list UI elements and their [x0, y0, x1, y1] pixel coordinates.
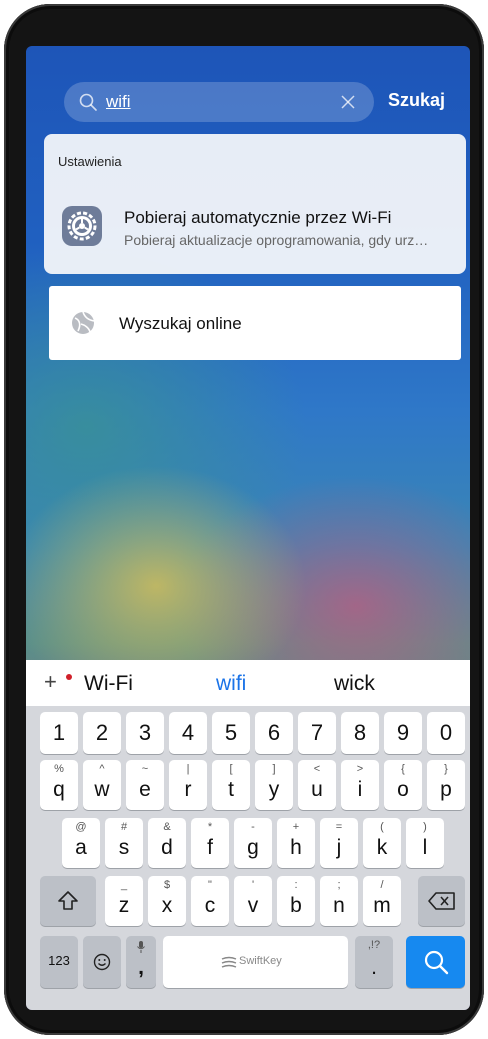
key-n[interactable]: ; n	[320, 876, 358, 926]
key-i[interactable]: > i	[341, 760, 379, 810]
space-key[interactable]: SwiftKey	[163, 936, 348, 988]
key-f[interactable]: * f	[191, 818, 229, 868]
key-o[interactable]: {o	[384, 760, 422, 810]
plus-icon[interactable]: +	[44, 670, 70, 694]
backspace-icon	[428, 892, 455, 910]
key-q[interactable]: % q	[40, 760, 78, 810]
backspace-key[interactable]	[418, 876, 465, 926]
key-p[interactable]: } p	[427, 760, 465, 810]
swiftkey-logo-icon	[221, 956, 237, 968]
globe-icon	[72, 311, 95, 334]
section-label: Ustawienia	[58, 154, 122, 169]
numbers-key[interactable]: 123	[40, 936, 78, 988]
suggestion-2[interactable]: wifi	[216, 672, 246, 696]
key-l[interactable]: ) l	[406, 818, 444, 868]
key-6[interactable]: 6	[255, 712, 293, 754]
settings-gear-icon	[62, 206, 102, 246]
key-e[interactable]: ~ e	[126, 760, 164, 810]
key-3[interactable]: 3	[126, 712, 164, 754]
key-m[interactable]: / m	[363, 876, 401, 926]
key-0[interactable]: 0	[427, 712, 465, 754]
key-t[interactable]: [t	[212, 760, 250, 810]
emoji-icon	[93, 953, 111, 971]
key-s[interactable]: # s	[105, 818, 143, 868]
search-button[interactable]: Szukaj	[388, 90, 445, 114]
suggestion-1[interactable]: Wi-Fi	[84, 672, 133, 696]
search-icon	[424, 950, 449, 975]
search-key[interactable]	[406, 936, 465, 988]
phone-frame: Szukaj Ustawienia Pobieraj automatycz	[4, 4, 484, 1035]
key-w[interactable]: ^ w	[83, 760, 121, 810]
search-icon	[79, 93, 97, 111]
key-c[interactable]: " c	[191, 876, 229, 926]
key-r[interactable]: | r	[169, 760, 207, 810]
search-online-button[interactable]: Wyszukaj online	[49, 286, 461, 360]
period-key[interactable]: ,!? .	[355, 936, 393, 988]
result-subtitle: Pobieraj aktualizacje oprogramowania, gd…	[124, 232, 429, 248]
notification-dot	[66, 674, 72, 680]
space-brand-label: SwiftKey	[239, 955, 282, 967]
comma-key[interactable]: ,	[126, 936, 156, 988]
suggestion-bar: + Wi-Fi wifi wick	[26, 660, 470, 706]
result-title: Pobieraj automatycznie przez Wi-Fi	[124, 208, 392, 227]
key-8[interactable]: 8	[341, 712, 379, 754]
key-5[interactable]: 5	[212, 712, 250, 754]
key-k[interactable]: (k	[363, 818, 401, 868]
search-online-label: Wyszukaj online	[119, 314, 242, 333]
keyboard: + Wi-Fi wifi wick 1 2 3 4 5 6 7 8 9 0 % q…	[26, 660, 470, 1010]
key-v[interactable]: ' v	[234, 876, 272, 926]
key-7[interactable]: 7	[298, 712, 336, 754]
key-z[interactable]: _ z	[105, 876, 143, 926]
search-input[interactable]	[106, 88, 326, 116]
suggestion-3[interactable]: wick	[334, 672, 375, 696]
search-bar[interactable]	[64, 82, 374, 122]
shift-icon	[58, 891, 78, 910]
key-x[interactable]: $ x	[148, 876, 186, 926]
key-u[interactable]: < u	[298, 760, 336, 810]
settings-results-card: Ustawienia Pobieraj automatycznie przez …	[44, 134, 466, 274]
key-y[interactable]: ] y	[255, 760, 293, 810]
key-9[interactable]: 9	[384, 712, 422, 754]
key-b[interactable]: :b	[277, 876, 315, 926]
key-j[interactable]: = j	[320, 818, 358, 868]
key-4[interactable]: 4	[169, 712, 207, 754]
key-1[interactable]: 1	[40, 712, 78, 754]
key-h[interactable]: + h	[277, 818, 315, 868]
key-d[interactable]: & d	[148, 818, 186, 868]
microphone-icon	[137, 941, 145, 953]
key-2[interactable]: 2	[83, 712, 121, 754]
screen: Szukaj Ustawienia Pobieraj automatycz	[26, 46, 470, 1010]
emoji-key[interactable]	[83, 936, 121, 988]
close-icon[interactable]	[340, 94, 356, 110]
key-a[interactable]: @ a	[62, 818, 100, 868]
key-g[interactable]: -g	[234, 818, 272, 868]
shift-key[interactable]	[40, 876, 96, 926]
